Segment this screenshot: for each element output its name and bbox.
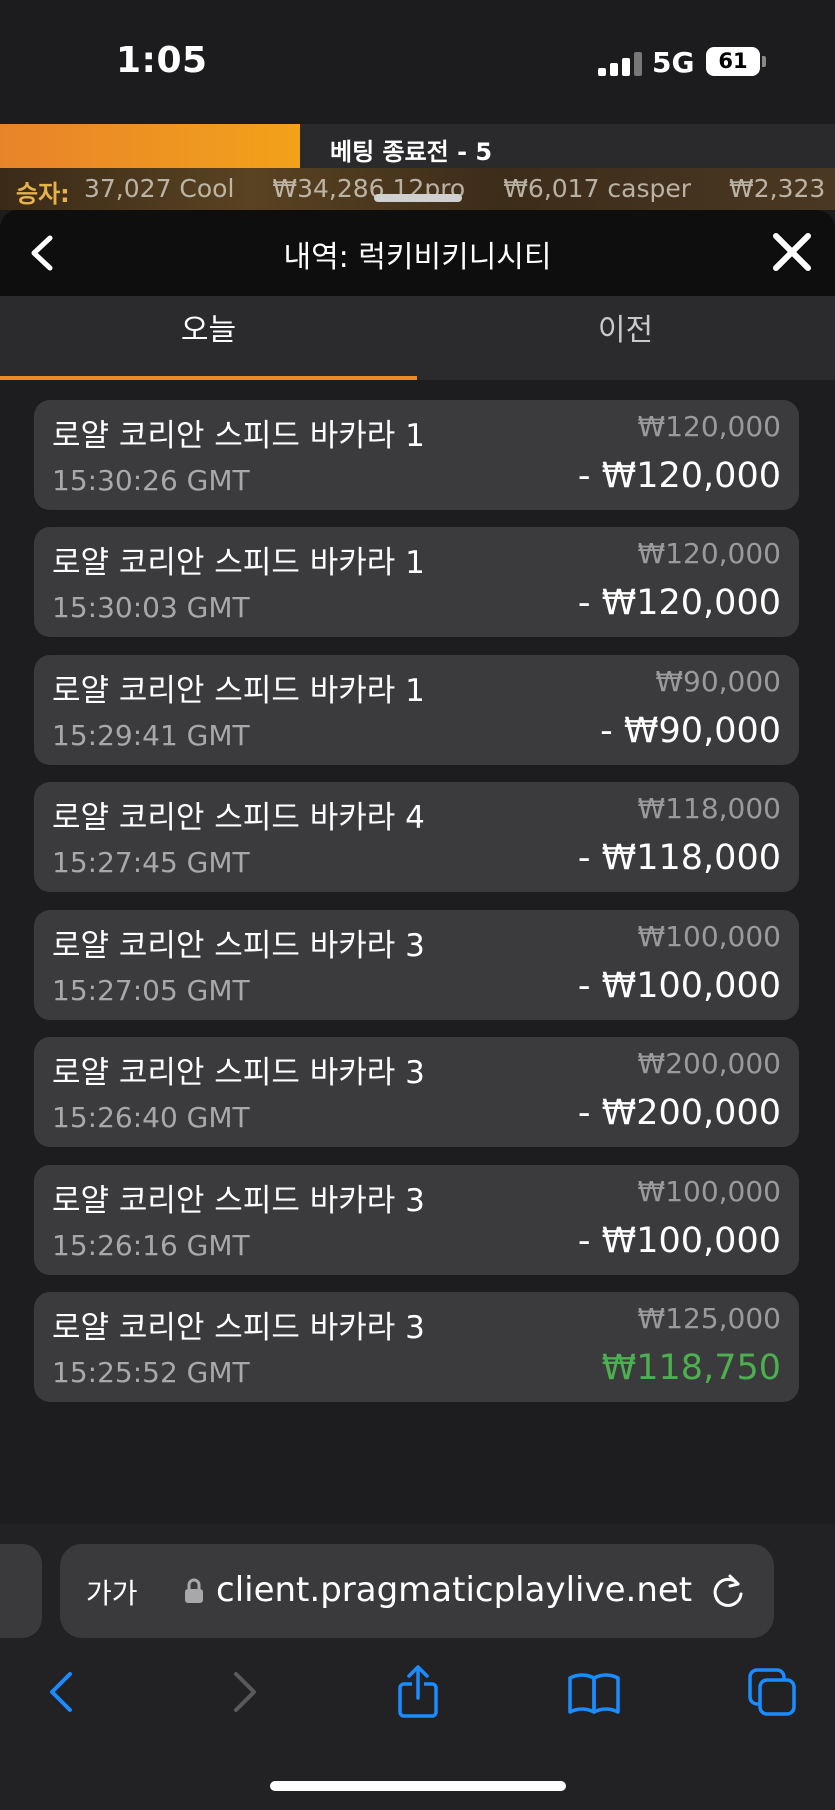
result-amount: - ₩100,000 [577, 966, 781, 1006]
game-name: 로얄 코리안 스피드 바카라 1 [52, 545, 425, 581]
game-name: 로얄 코리안 스피드 바카라 3 [52, 1055, 425, 1091]
result-amount: - ₩100,000 [577, 1221, 781, 1261]
forward-nav-icon[interactable] [214, 1664, 270, 1720]
game-name: 로얄 코리안 스피드 바카라 3 [52, 1183, 425, 1219]
bet-time: 15:30:03 GMT [52, 591, 250, 624]
cellular-signal-icon [598, 52, 642, 76]
stake-amount: ₩120,000 [637, 410, 781, 443]
winner-entry: ₩6,017 casper [503, 174, 692, 203]
win-amount: ₩118,750 [601, 1348, 781, 1388]
bet-time: 15:30:26 GMT [52, 464, 250, 497]
bookmarks-icon[interactable] [566, 1664, 622, 1720]
stake-amount: ₩125,000 [637, 1302, 781, 1335]
status-bar: 1:05 5G 61 [0, 0, 835, 124]
stake-amount: ₩90,000 [655, 665, 781, 698]
tab-today[interactable]: 오늘 [0, 296, 417, 380]
page-title: 내역: 럭키비키니시티 [283, 240, 552, 275]
history-item[interactable]: 로얄 코리안 스피드 바카라 4 15:27:45 GMT ₩118,000 -… [34, 782, 799, 892]
bet-time: 15:26:16 GMT [52, 1229, 250, 1262]
history-item[interactable]: 로얄 코리안 스피드 바카라 3 15:27:05 GMT ₩100,000 -… [34, 910, 799, 1020]
history-header: 내역: 럭키비키니시티 [0, 210, 835, 296]
tab-previous[interactable]: 이전 [417, 296, 834, 380]
clock: 1:05 [116, 40, 208, 81]
bet-time: 15:26:40 GMT [52, 1101, 250, 1134]
reload-icon[interactable] [710, 1572, 746, 1610]
bet-time: 15:29:41 GMT [52, 719, 250, 752]
history-item[interactable]: 로얄 코리안 스피드 바카라 3 15:26:16 GMT ₩100,000 -… [34, 1165, 799, 1275]
lock-icon [185, 1578, 203, 1603]
sheet-grabber[interactable] [374, 194, 462, 202]
text-size-button[interactable]: 가가 [86, 1572, 138, 1612]
result-amount: - ₩90,000 [600, 711, 781, 751]
address-bar[interactable]: 가가 client.pragmaticplaylive.net [60, 1544, 774, 1638]
history-item[interactable]: 로얄 코리안 스피드 바카라 3 15:26:40 GMT ₩200,000 -… [34, 1037, 799, 1147]
stake-amount: ₩100,000 [637, 920, 781, 953]
winners-ticker: 승자: 37,027 Cool ₩34,286 12pro ₩6,017 cas… [0, 168, 835, 210]
tab-bar: 오늘 이전 [0, 296, 835, 380]
betting-timer-bar: 베팅 종료전 - 5 [0, 124, 835, 168]
share-icon[interactable] [390, 1664, 446, 1720]
previous-tab-pill[interactable] [0, 1544, 42, 1638]
browser-bottom-bar: 가가 client.pragmaticplaylive.net [0, 1524, 835, 1810]
winners-label: 승자: [16, 180, 70, 208]
history-item[interactable]: 로얄 코리안 스피드 바카라 1 15:30:26 GMT ₩120,000 -… [34, 400, 799, 510]
battery-nub [762, 56, 766, 67]
tabs-icon[interactable] [744, 1664, 800, 1720]
betting-status-text: 베팅 종료전 - 5 [330, 138, 493, 166]
battery-icon: 61 [706, 47, 760, 76]
url-text: client.pragmaticplaylive.net [216, 1570, 693, 1610]
result-amount: - ₩118,000 [577, 838, 781, 878]
history-item[interactable]: 로얄 코리안 스피드 바카라 1 15:30:03 GMT ₩120,000 -… [34, 527, 799, 637]
back-nav-icon[interactable] [36, 1664, 92, 1720]
winner-entry: ₩2,323 Borc [729, 174, 835, 203]
game-name: 로얄 코리안 스피드 바카라 3 [52, 1310, 425, 1346]
history-list: 로얄 코리안 스피드 바카라 1 15:30:26 GMT ₩120,000 -… [0, 380, 835, 1524]
result-amount: - ₩200,000 [577, 1093, 781, 1133]
stake-amount: ₩118,000 [637, 792, 781, 825]
stake-amount: ₩200,000 [637, 1047, 781, 1080]
close-button[interactable] [768, 228, 816, 276]
betting-progress-fill [0, 124, 300, 168]
winner-entry: 37,027 Cool [84, 174, 235, 203]
game-name: 로얄 코리안 스피드 바카라 1 [52, 673, 425, 709]
history-item[interactable]: 로얄 코리안 스피드 바카라 3 15:25:52 GMT ₩125,000 ₩… [34, 1292, 799, 1402]
result-amount: - ₩120,000 [577, 456, 781, 496]
game-name: 로얄 코리안 스피드 바카라 1 [52, 418, 425, 454]
game-name: 로얄 코리안 스피드 바카라 4 [52, 800, 425, 836]
home-indicator[interactable] [270, 1781, 566, 1791]
close-icon [773, 233, 811, 271]
stake-amount: ₩100,000 [637, 1175, 781, 1208]
network-type: 5G [652, 46, 695, 79]
result-amount: - ₩120,000 [577, 583, 781, 623]
bet-time: 15:27:45 GMT [52, 846, 250, 879]
bet-time: 15:25:52 GMT [52, 1356, 250, 1389]
bet-time: 15:27:05 GMT [52, 974, 250, 1007]
stake-amount: ₩120,000 [637, 537, 781, 570]
history-item[interactable]: 로얄 코리안 스피드 바카라 1 15:29:41 GMT ₩90,000 - … [34, 655, 799, 765]
game-name: 로얄 코리안 스피드 바카라 3 [52, 928, 425, 964]
